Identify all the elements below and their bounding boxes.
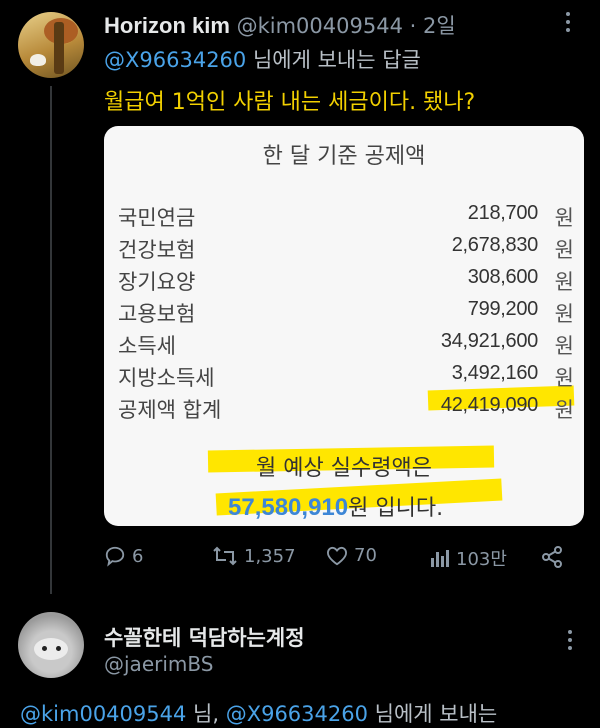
author-handle[interactable]: @kim00409544 — [237, 14, 403, 38]
reply-mention[interactable]: @kim00409544 — [20, 702, 186, 726]
row-unit: 원 — [554, 398, 574, 422]
thread-line — [50, 86, 52, 594]
reply-context: @kim00409544 님, @X96634260 님에게 보내는 — [20, 698, 497, 728]
deduction-row: 장기요양 308,600 원 — [104, 266, 584, 298]
row-label: 국민연금 — [118, 206, 196, 230]
share-button[interactable] — [540, 545, 564, 569]
row-label: 지방소득세 — [118, 366, 215, 390]
views-button[interactable]: 103만 — [430, 545, 507, 571]
heart-icon — [326, 546, 348, 565]
author-name[interactable]: 수꼴한테 덕담하는계정 — [104, 622, 305, 652]
row-unit: 원 — [554, 302, 574, 326]
reply-suffix: 님에게 보내는 답글 — [246, 48, 421, 72]
row-value: 218,700 — [467, 202, 539, 224]
row-unit: 원 — [554, 270, 574, 294]
more-icon[interactable] — [558, 12, 578, 36]
row-value: 3,492,160 — [451, 362, 539, 384]
author-handle[interactable]: @jaerimBS — [104, 652, 213, 676]
row-label: 건강보험 — [118, 238, 196, 262]
avatar[interactable] — [18, 12, 84, 78]
avatar[interactable] — [18, 612, 84, 678]
timestamp[interactable]: 2일 — [423, 14, 456, 38]
row-unit: 원 — [554, 238, 574, 262]
summary-amount-line: 57,580,910원 입니다. — [228, 490, 443, 522]
row-label: 고용보험 — [118, 302, 196, 326]
tweet-text: 월급여 1억인 사람 내는 세금이다. 됐나? — [104, 90, 476, 115]
net-amount: 57,580,910 — [228, 494, 349, 521]
like-button[interactable]: 70 — [326, 545, 377, 566]
row-value: 799,200 — [467, 298, 539, 320]
row-label: 장기요양 — [118, 270, 196, 294]
deduction-row: 국민연금 218,700 원 — [104, 202, 584, 234]
deduction-total-row: 공제액 합계 42,419,090 원 — [104, 394, 584, 426]
summary-tail: 원 입니다. — [348, 496, 444, 521]
row-label: 공제액 합계 — [118, 398, 222, 422]
more-icon[interactable] — [560, 630, 580, 654]
reply-count: 6 — [132, 545, 144, 567]
author-name[interactable]: Horizon kim — [104, 13, 230, 38]
retweet-icon — [213, 546, 237, 566]
views-count: 103만 — [456, 549, 507, 570]
reply-mention[interactable]: @X96634260 — [226, 702, 368, 726]
row-unit: 원 — [554, 206, 574, 230]
like-count: 70 — [354, 545, 377, 566]
row-value: 34,921,600 — [440, 330, 538, 352]
reply-icon — [105, 546, 125, 567]
row-value: 42,419,090 — [440, 394, 538, 416]
row-unit: 원 — [554, 334, 574, 358]
reply-suffix: 님에게 보내는 — [367, 702, 498, 726]
tweet-actions: 6 1,357 70 103만 — [104, 545, 574, 575]
row-unit: 원 — [554, 366, 574, 390]
tweet-header: Horizon kim @kim00409544 · 2일 — [104, 10, 456, 40]
reply-context: @X96634260 님에게 보내는 답글 — [104, 44, 421, 74]
deduction-row: 고용보험 799,200 원 — [104, 298, 584, 330]
reply-mention[interactable]: @X96634260 — [104, 48, 246, 72]
retweet-count: 1,357 — [244, 545, 296, 567]
tweet-image[interactable]: 한 달 기준 공제액 국민연금 218,700 원 건강보험 2,678,830… — [104, 126, 584, 526]
retweet-button[interactable]: 1,357 — [212, 545, 296, 567]
reply-mid: 님, — [186, 702, 226, 726]
row-label: 소득세 — [118, 334, 176, 358]
separator: · — [409, 14, 417, 38]
row-value: 2,678,830 — [451, 234, 539, 256]
share-icon — [542, 546, 562, 568]
summary-line: 월 예상 실수령액은 — [256, 456, 432, 481]
deduction-row: 지방소득세 3,492,160 원 — [104, 362, 584, 394]
reply-button[interactable]: 6 — [104, 545, 143, 567]
views-icon — [431, 550, 449, 567]
image-title: 한 달 기준 공제액 — [262, 144, 426, 169]
deduction-row: 소득세 34,921,600 원 — [104, 330, 584, 362]
deduction-row: 건강보험 2,678,830 원 — [104, 234, 584, 266]
row-value: 308,600 — [467, 266, 539, 288]
